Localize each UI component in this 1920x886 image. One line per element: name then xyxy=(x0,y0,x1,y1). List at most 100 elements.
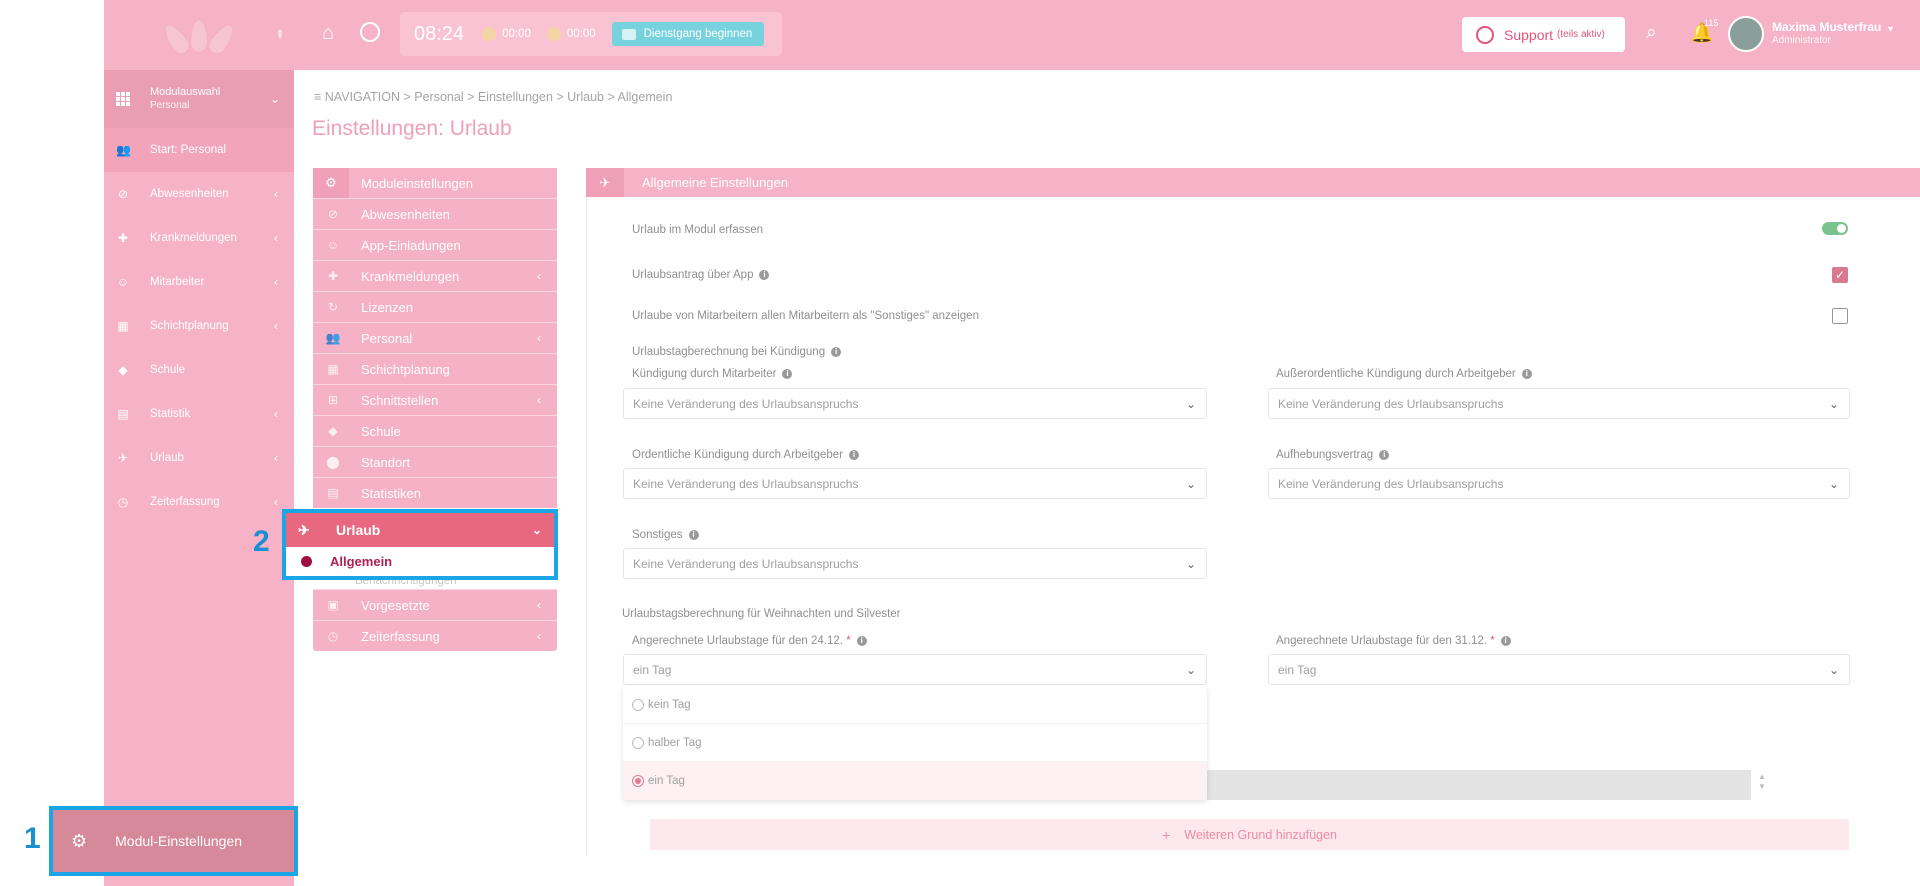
nav-item-vorgesetzte[interactable]: ▣ Vorgesetzte ‹ xyxy=(313,589,557,620)
headset-icon xyxy=(1476,25,1494,44)
sidebar-item-zeiterfassung[interactable]: ◷ Zeiterfassung ‹ xyxy=(104,480,294,524)
sidebar-item-mitarbeiter[interactable]: ☺ Mitarbeiter ‹ xyxy=(104,260,294,304)
nav-item-schule[interactable]: ◆ Schule xyxy=(313,415,557,446)
sidebar-item-krankmeldungen[interactable]: ✚ Krankmeldungen ‹ xyxy=(104,216,294,260)
sidebar-item-urlaub[interactable]: ✈ Urlaub ‹ xyxy=(104,436,294,480)
panel-divider xyxy=(586,197,587,857)
sidebar-item-abwesenheiten[interactable]: ⊘ Abwesenheiten ‹ xyxy=(104,172,294,216)
nav-item-statistiken[interactable]: ▤ Statistiken xyxy=(313,477,557,508)
select-sonstiges[interactable]: Keine Veränderung des Urlaubsanspruchs ⌄ xyxy=(623,548,1207,579)
module-selector[interactable]: Modulauswahl Personal ⌄ xyxy=(104,70,294,128)
breadcrumb-text[interactable]: NAVIGATION > Personal > Einstellungen > … xyxy=(325,90,673,104)
logo[interactable]: ✎ xyxy=(104,0,294,70)
nav-item-standort[interactable]: ⬤ Standort xyxy=(313,446,557,477)
option-halber-tag[interactable]: halber Tag xyxy=(623,724,1207,762)
nav-item-app-einladungen[interactable]: ☺ App-Einladungen xyxy=(313,229,557,260)
user-role: Administrator xyxy=(1772,35,1831,46)
chevron-left-icon: ‹ xyxy=(274,231,278,245)
select-value: Keine Veränderung des Urlaubsanspruchs xyxy=(1278,476,1504,491)
nav-item-zeiterfassung[interactable]: ◷ Zeiterfassung ‹ xyxy=(313,620,557,651)
nav-item-label: Statistiken xyxy=(361,485,421,501)
menu-icon[interactable]: ≡ xyxy=(314,90,321,104)
select-kuendigung-mitarbeiter[interactable]: Keine Veränderung des Urlaubsanspruchs ⌄ xyxy=(623,388,1207,419)
info-icon[interactable]: i xyxy=(848,449,859,460)
select-urlaubstage-3112[interactable]: ein Tag ⌄ xyxy=(1268,654,1850,685)
caret-down-icon[interactable]: ▾ xyxy=(1888,24,1893,35)
topbar: ⌂ 08:24 00:00 00:00 Dienstgang beginnen … xyxy=(294,0,1920,70)
sidebar: ✎ Modulauswahl Personal ⌄ 👥 Start: Perso… xyxy=(104,0,294,886)
option-label: ein Tag xyxy=(648,775,685,787)
user-name: Maxima Musterfrau xyxy=(1772,20,1882,34)
panel-header: ✈ Allgemeine Einstellungen xyxy=(586,168,1920,197)
info-icon[interactable]: i xyxy=(688,529,699,540)
dienstgang-button[interactable]: Dienstgang beginnen xyxy=(611,22,765,46)
medical-icon: ✚ xyxy=(327,269,339,283)
sidebar-item-start[interactable]: 👥 Start: Personal xyxy=(104,128,294,172)
support-button[interactable]: Support (teils aktiv) xyxy=(1462,17,1625,52)
info-icon[interactable]: i xyxy=(782,368,793,379)
info-icon[interactable]: i xyxy=(856,635,867,646)
option-kein-tag[interactable]: kein Tag xyxy=(623,686,1207,724)
label-aufhebungsvertrag: Aufhebungsvertrag i xyxy=(1276,449,1390,461)
select-ordentliche-kuendigung[interactable]: Keine Veränderung des Urlaubsanspruchs ⌄ xyxy=(623,468,1207,499)
sidebar-item-label: Urlaub xyxy=(150,452,184,464)
users-icon: 👥 xyxy=(325,331,341,345)
label-text: Urlaubsantrag über App xyxy=(632,269,754,281)
nav-item-label: Schnittstellen xyxy=(361,392,439,408)
label-text: Sonstiges xyxy=(632,529,683,541)
panel-title: Allgemeine Einstellungen xyxy=(642,175,788,190)
nav-item-schnittstellen[interactable]: ⊞ Schnittstellen ‹ xyxy=(313,384,557,415)
calendar-icon: ▦ xyxy=(117,319,129,333)
select-ausserordentliche-kuendigung[interactable]: Keine Veränderung des Urlaubsanspruchs ⌄ xyxy=(1268,388,1850,419)
sidebar-item-label: Zeiterfassung xyxy=(150,496,220,508)
sidebar-item-label: Statistik xyxy=(150,408,191,420)
location-icon: ⬤ xyxy=(326,455,340,469)
sidebar-item-schule[interactable]: ◆ Schule xyxy=(104,348,294,392)
smiley-icon[interactable] xyxy=(360,22,380,42)
info-icon[interactable]: i xyxy=(1521,368,1532,379)
add-reason-button[interactable]: + Weiteren Grund hinzufügen xyxy=(650,819,1849,850)
timer-icon xyxy=(482,27,497,41)
pin-icon[interactable]: ✎ xyxy=(272,27,288,42)
clock-icon: ◷ xyxy=(117,495,129,509)
user-menu[interactable]: Maxima Musterfrau Administrator xyxy=(1772,20,1881,48)
toggle-urlaub-erfassen[interactable] xyxy=(1822,222,1848,235)
network-icon: ⊞ xyxy=(327,393,339,407)
nav-item-urlaub[interactable]: ✈ Urlaub ⌄ xyxy=(286,513,554,547)
medical-icon: ✚ xyxy=(117,231,129,245)
search-icon[interactable]: ⌕ xyxy=(1646,22,1657,44)
label-text: Aufhebungsvertrag xyxy=(1276,449,1374,461)
nav-subitem-allgemein[interactable]: Allgemein xyxy=(286,547,554,576)
nav-item-lizenzen[interactable]: ↻ Lizenzen xyxy=(313,291,557,322)
info-icon[interactable]: i xyxy=(1379,449,1390,460)
refresh-icon: ↻ xyxy=(327,300,339,314)
info-icon[interactable]: i xyxy=(759,269,770,280)
nav-item-krankmeldungen[interactable]: ✚ Krankmeldungen ‹ xyxy=(313,260,557,291)
input-bar[interactable] xyxy=(1207,770,1751,800)
sidebar-item-statistik[interactable]: ▤ Statistik ‹ xyxy=(104,392,294,436)
checkbox-sonstiges-anzeigen[interactable] xyxy=(1832,308,1848,324)
timer-2: 00:00 xyxy=(546,27,596,41)
select-aufhebungsvertrag[interactable]: Keine Veränderung des Urlaubsanspruchs ⌄ xyxy=(1268,468,1850,499)
nav-item-schichtplanung[interactable]: ▦ Schichtplanung xyxy=(313,353,557,384)
gear-icon: ⚙ xyxy=(71,830,88,851)
support-label: Support xyxy=(1504,26,1554,43)
briefcase-icon xyxy=(621,28,636,40)
calendar-icon: ▦ xyxy=(327,362,339,376)
chart-icon: ▤ xyxy=(117,407,129,421)
avatar[interactable] xyxy=(1728,16,1764,52)
info-icon[interactable]: i xyxy=(831,346,842,357)
nav-item-personal[interactable]: 👥 Personal ‹ xyxy=(313,322,557,353)
sidebar-item-schichtplanung[interactable]: ▦ Schichtplanung ‹ xyxy=(104,304,294,348)
checkbox-urlaubsantrag-app[interactable]: ✓ xyxy=(1832,267,1848,283)
nav-item-abwesenheiten[interactable]: ⊘ Abwesenheiten xyxy=(313,198,557,229)
modul-einstellungen-button[interactable]: ⚙ Modul-Einstellungen xyxy=(49,806,298,876)
chevron-left-icon: ‹ xyxy=(274,275,278,289)
nav-item-label: Personal xyxy=(361,330,413,346)
spinner-arrows-icon[interactable]: ▲ ▼ xyxy=(1758,772,1766,792)
home-icon[interactable]: ⌂ xyxy=(322,22,334,45)
info-icon[interactable]: i xyxy=(1500,635,1511,646)
option-ein-tag[interactable]: ein Tag xyxy=(623,762,1207,800)
timer-2-value: 00:00 xyxy=(566,28,596,40)
select-urlaubstage-2412[interactable]: ein Tag ⌄ xyxy=(623,654,1207,685)
